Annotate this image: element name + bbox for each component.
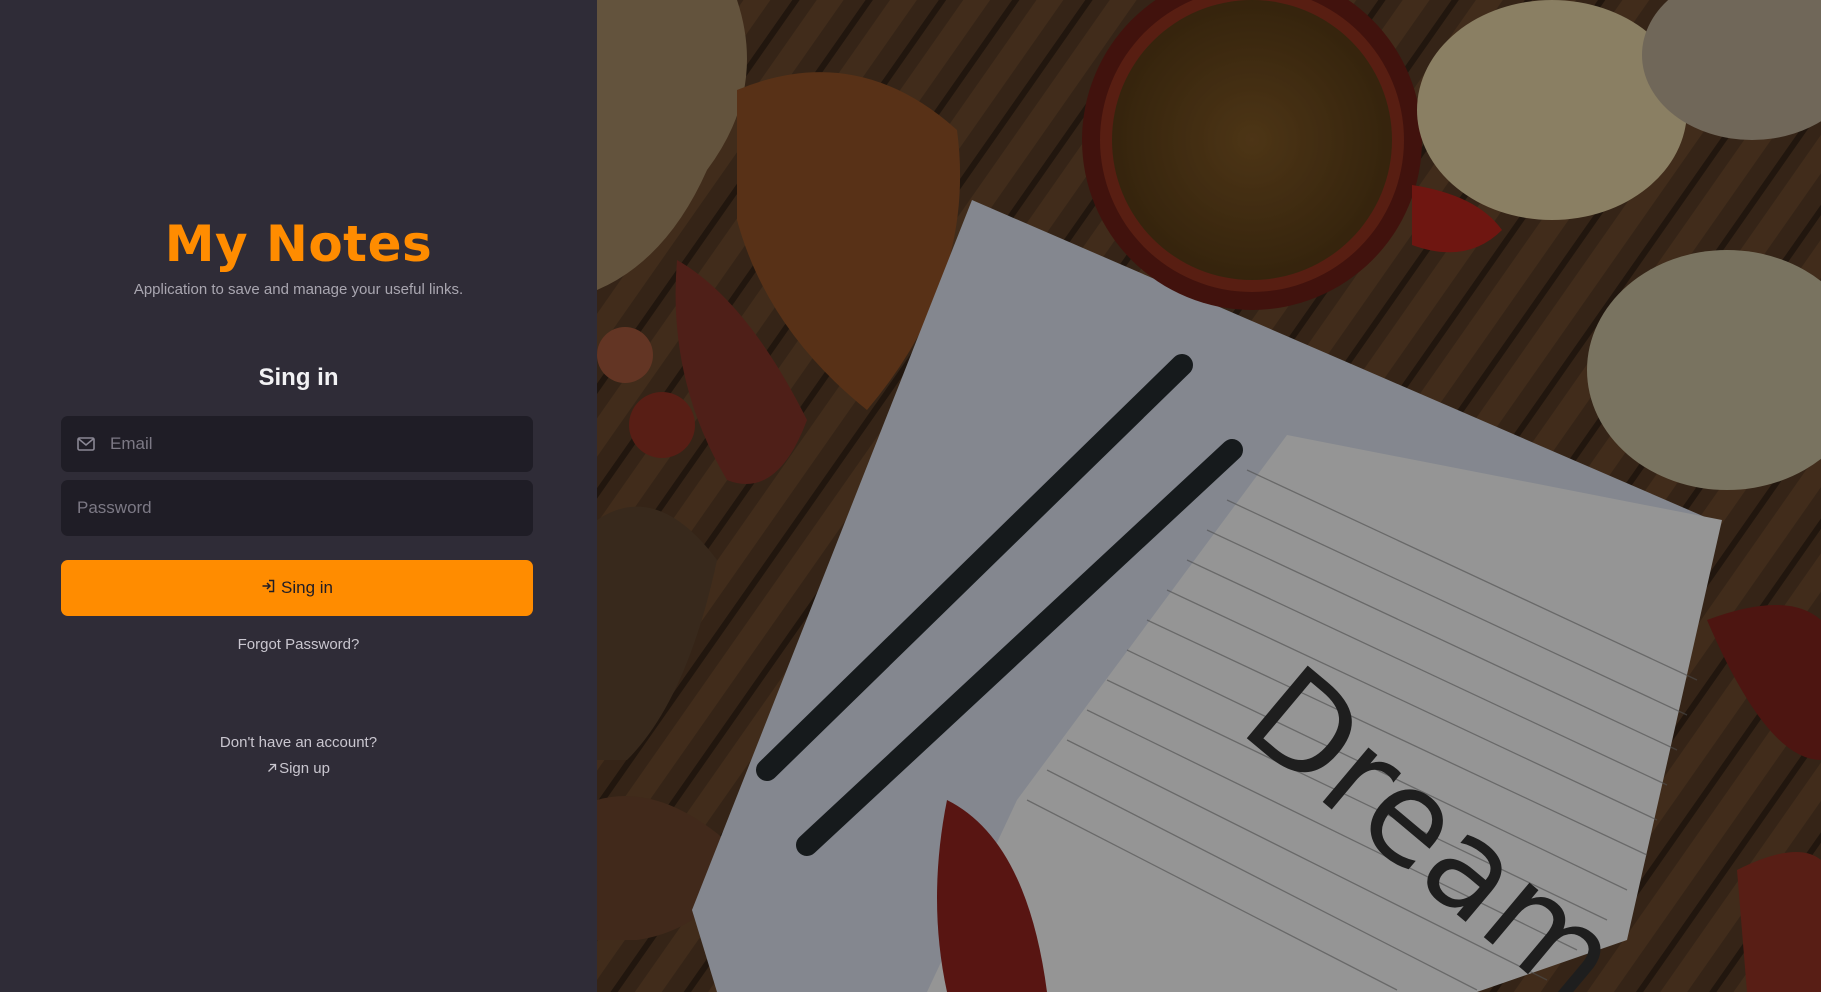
app-title: My Notes: [164, 215, 433, 273]
app-subtitle: Application to save and manage your usef…: [133, 281, 464, 298]
password-field-wrapper: [61, 480, 533, 536]
email-input[interactable]: [97, 416, 533, 472]
form-title: Sing in: [258, 364, 339, 391]
login-page: My Notes Application to save and manage …: [0, 0, 1821, 992]
envelope-icon: [77, 436, 97, 452]
sign-in-button[interactable]: Sing in: [61, 560, 533, 616]
forgot-password-link[interactable]: Forgot Password?: [0, 636, 597, 653]
hero-photo: Dream: [597, 0, 1821, 992]
no-account-text: Don't have an account?: [219, 734, 378, 751]
sign-up-link[interactable]: Sign up: [0, 760, 597, 777]
login-arrow-icon: [261, 578, 275, 598]
password-input[interactable]: [61, 480, 533, 536]
login-panel: My Notes Application to save and manage …: [0, 0, 597, 992]
email-field-wrapper: [61, 416, 533, 472]
arrow-up-right-icon: [267, 760, 277, 777]
sign-up-label: Sign up: [279, 760, 330, 777]
sign-in-button-label: Sing in: [281, 578, 333, 597]
